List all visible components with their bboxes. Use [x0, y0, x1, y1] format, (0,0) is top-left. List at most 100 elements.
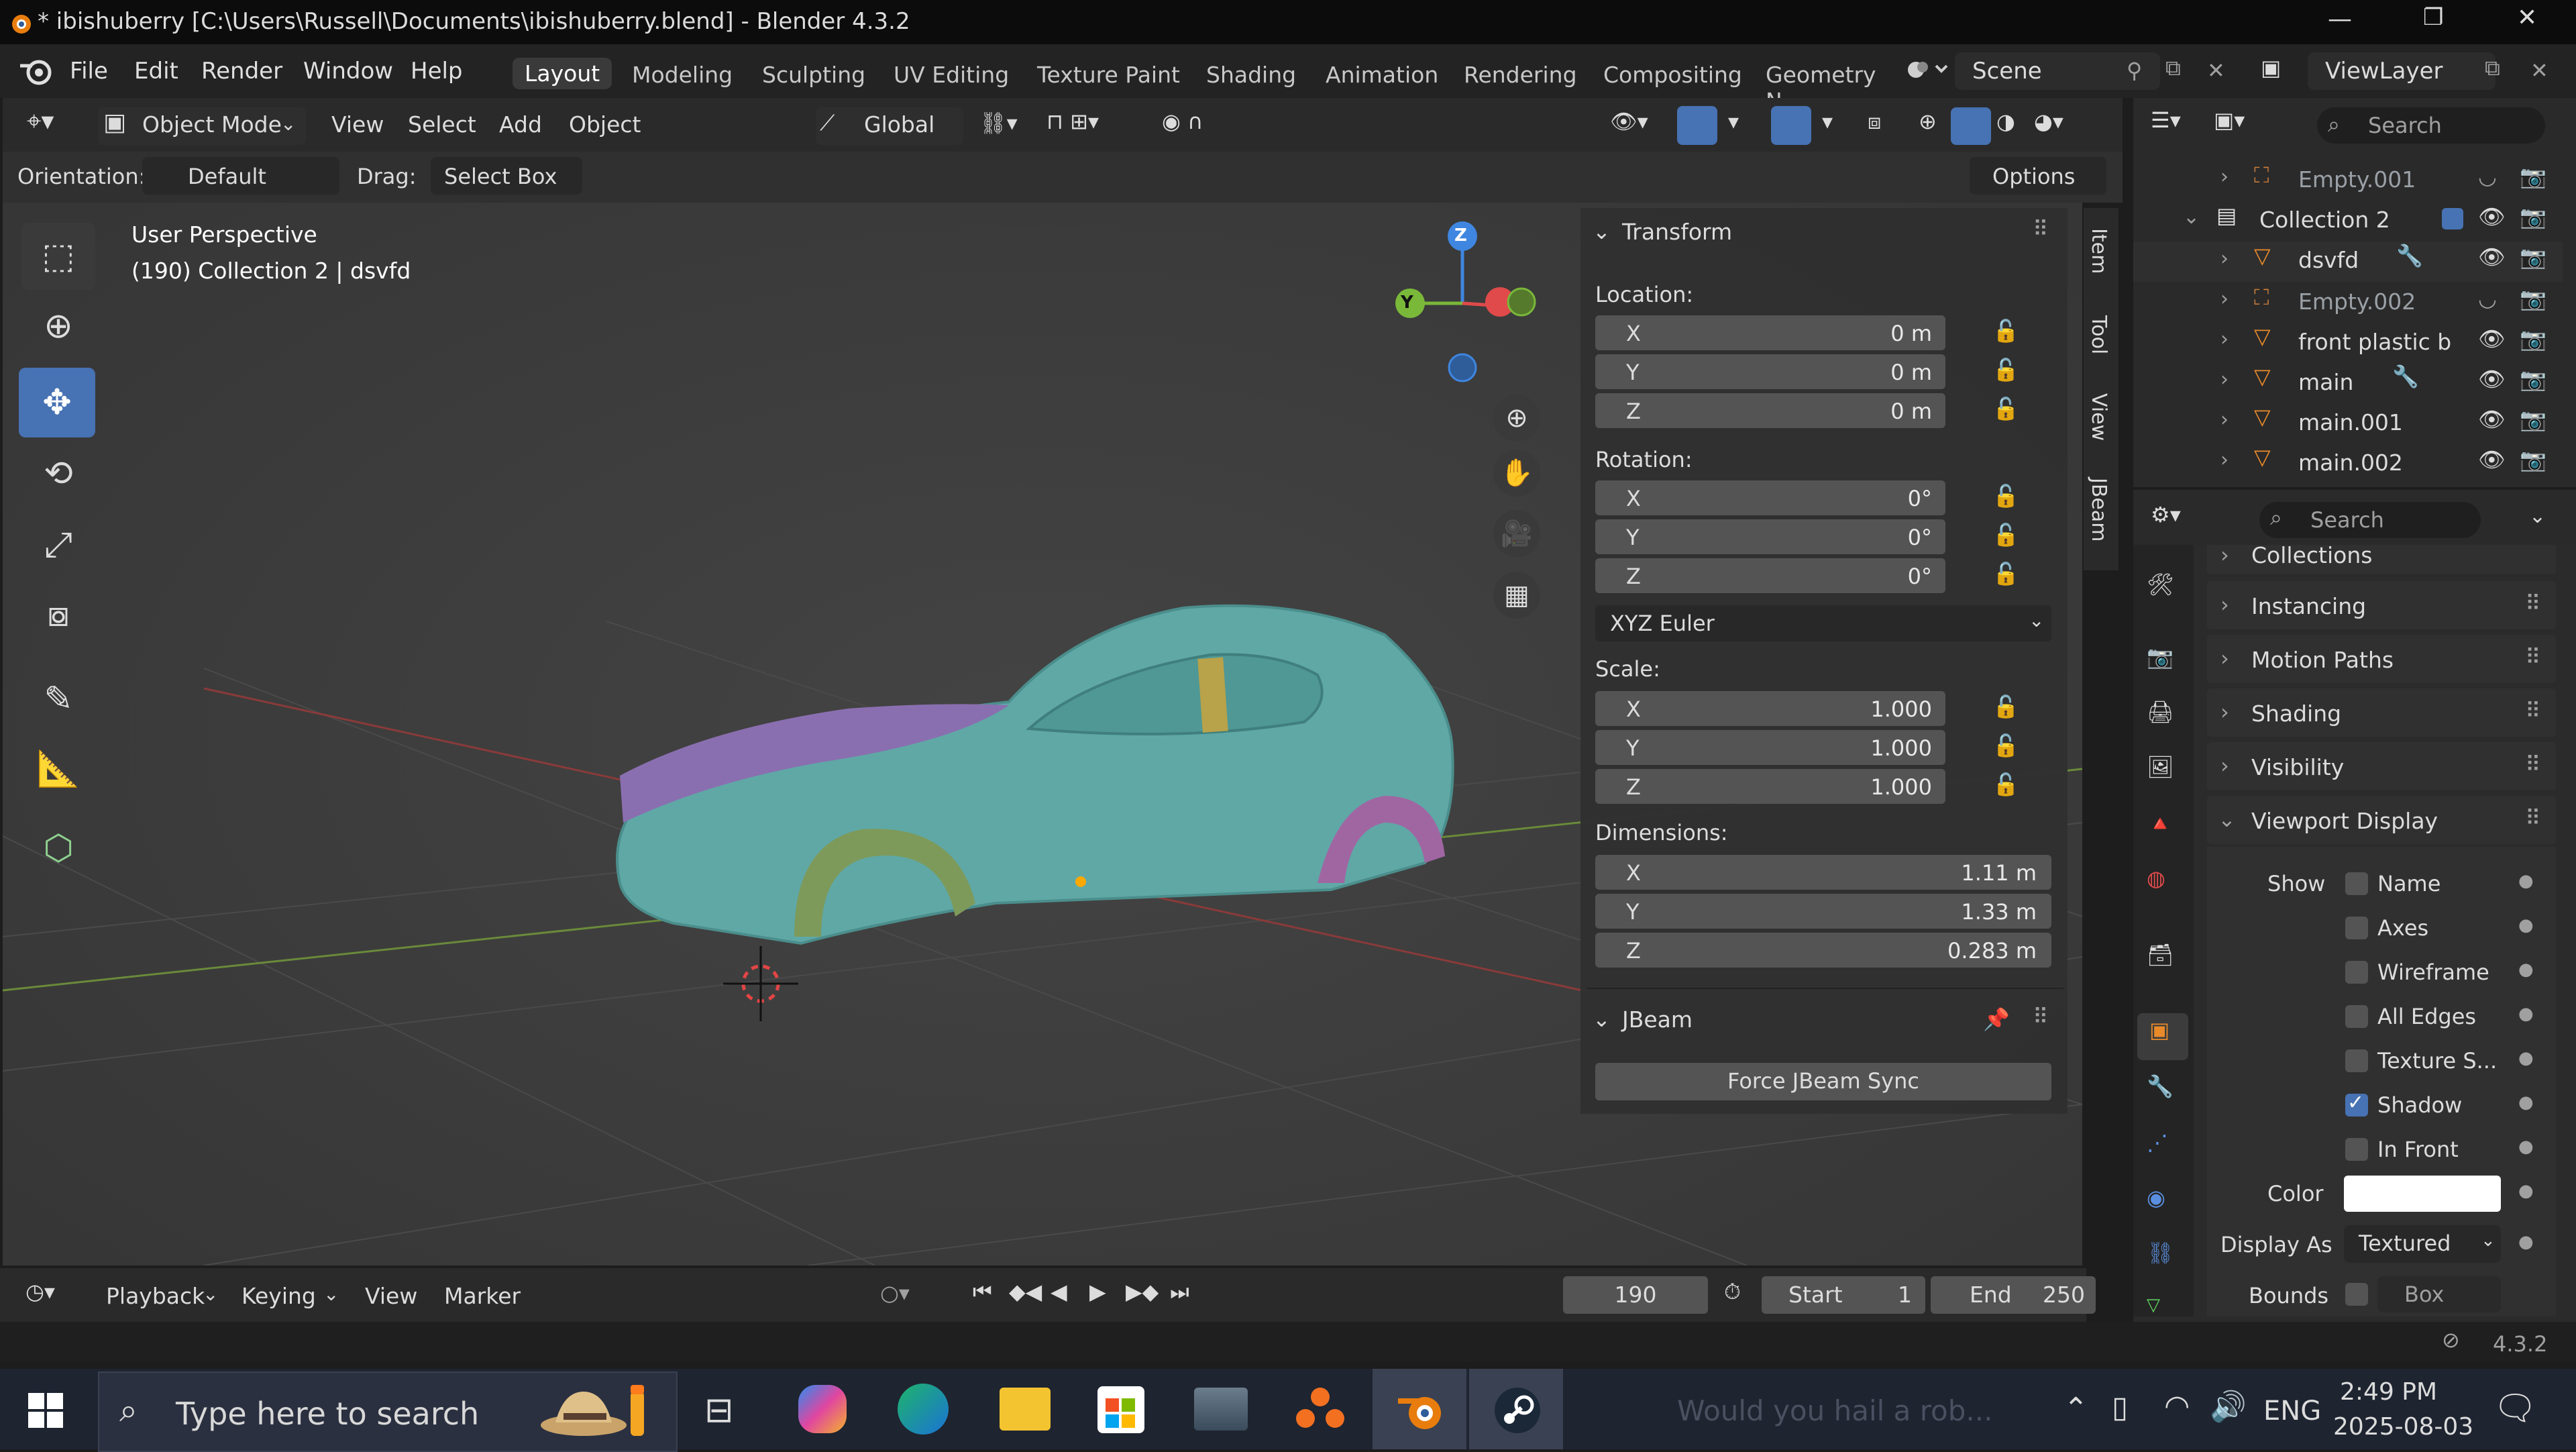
render-icon[interactable]: 📷 — [2520, 286, 2546, 311]
microsoft-store-icon[interactable] — [1097, 1386, 1144, 1433]
tab-animation[interactable]: Animation — [1326, 62, 1438, 88]
outliner-item-front-plastic[interactable]: front plastic b — [2298, 329, 2451, 355]
render-tab-icon[interactable]: 📷 — [2147, 644, 2174, 670]
minimize-icon[interactable]: — — [2328, 5, 2352, 33]
physics-tab-icon[interactable]: ◉ — [2147, 1185, 2165, 1210]
constraints-tab-icon[interactable]: ⛓ — [2147, 1240, 2174, 1265]
blender-menu-icon[interactable] — [17, 56, 55, 87]
select-box-tool-icon[interactable]: ⬚ — [21, 223, 95, 290]
particles-tab-icon[interactable]: ⋰ — [2147, 1130, 2168, 1155]
world-tab-icon[interactable]: ◍ — [2147, 866, 2165, 891]
view-layer-tab-icon[interactable]: 🖼 — [2147, 754, 2174, 780]
camera-view-icon[interactable]: 🎥 — [1493, 510, 1540, 557]
scale-tool-icon[interactable]: ⤢ — [21, 511, 95, 578]
menu-help[interactable]: Help — [411, 58, 463, 85]
wifi-icon[interactable]: ◠ — [2164, 1389, 2190, 1423]
outliner-item-main[interactable]: main — [2298, 369, 2353, 395]
menu-render[interactable]: Render — [201, 58, 282, 85]
expand-arrow-icon[interactable]: ⌄ — [2183, 205, 2200, 229]
hide-viewport-icon[interactable]: ◡ — [2478, 164, 2497, 189]
new-viewlayer-icon[interactable]: ⧉ — [2485, 55, 2500, 81]
outliner-item-dsvfd[interactable]: dsvfd — [2298, 247, 2359, 273]
render-icon[interactable]: 📷 — [2520, 326, 2546, 352]
file-explorer-icon[interactable] — [1000, 1388, 1051, 1431]
cursor-tool-icon[interactable]: ⊕ — [21, 293, 95, 360]
render-icon[interactable]: 📷 — [2520, 204, 2546, 229]
modifier-tab-icon[interactable]: 🔧 — [2147, 1074, 2174, 1099]
rendered-shading-icon[interactable]: ◕▾ — [2034, 109, 2063, 134]
render-icon[interactable]: 📷 — [2520, 366, 2546, 392]
output-tab-icon[interactable]: 🖨 — [2147, 699, 2174, 725]
visibility-icon[interactable]: 👁▾ — [1610, 109, 1648, 134]
checkbox-axes[interactable] — [2345, 917, 2368, 939]
delete-viewlayer-icon[interactable]: ✕ — [2530, 58, 2548, 83]
wrench-icon[interactable]: 🔧 — [2392, 364, 2419, 389]
properties-editor-icon[interactable]: ⚙▾ — [2151, 502, 2181, 527]
lock-icon[interactable]: 🔓 — [1992, 772, 2019, 797]
snap-icon[interactable]: ⊓ ⊞▾ — [1046, 109, 1099, 134]
tab-item[interactable]: Item — [2087, 228, 2110, 274]
xray-icon[interactable]: ⧈ — [1868, 109, 1881, 135]
wireframe-shading-icon[interactable]: ⊕ — [1919, 109, 1937, 134]
chevron-down-icon[interactable]: ⌄ — [2529, 505, 2546, 528]
expand-arrow-icon[interactable]: › — [2220, 165, 2229, 189]
clock-date[interactable]: 2025-08-03 — [2333, 1413, 2473, 1441]
show-hidden-icons-chevron-icon[interactable]: ⌃ — [2063, 1392, 2088, 1426]
lock-icon[interactable]: 🔓 — [1992, 522, 2019, 548]
timeline-menu-view[interactable]: View — [365, 1283, 417, 1309]
drag-handle-icon[interactable]: ⠿ — [2525, 590, 2540, 616]
checkbox-in-front[interactable] — [2345, 1138, 2368, 1161]
copilot-icon[interactable] — [798, 1385, 847, 1433]
expand-arrow-icon[interactable]: › — [2220, 327, 2229, 351]
app-orange-icon[interactable] — [1292, 1381, 1348, 1437]
gizmo-toggle-icon[interactable] — [1677, 106, 1717, 145]
eye-icon[interactable]: 👁 — [2478, 326, 2506, 352]
jbeam-panel-header[interactable]: ⌄ — [1593, 1006, 1611, 1032]
jump-start-icon[interactable]: ⏮ — [973, 1279, 992, 1305]
expand-arrow-icon[interactable]: › — [2220, 408, 2229, 431]
eye-icon[interactable]: 👁 — [2478, 366, 2506, 392]
drag-handle-icon[interactable]: ⠿ — [2033, 1004, 2048, 1029]
photos-app-icon[interactable] — [1194, 1388, 1248, 1431]
timeline-menu-keying[interactable]: Keying — [241, 1283, 316, 1309]
eye-icon[interactable]: 👁 — [2478, 447, 2506, 472]
menu-add[interactable]: Add — [499, 111, 542, 138]
expand-arrow-icon[interactable]: › — [2220, 287, 2229, 311]
annotate-tool-icon[interactable]: ✎ — [21, 666, 95, 733]
task-view-icon[interactable]: ⊟ — [704, 1390, 734, 1431]
volume-icon[interactable]: 🔊 — [2210, 1389, 2247, 1424]
pin-icon[interactable]: 📌 — [1983, 1006, 2010, 1032]
tab-jbeam[interactable]: JBeam — [2087, 478, 2110, 542]
tab-compositing[interactable]: Compositing — [1603, 62, 1742, 88]
notification-center-icon[interactable]: 🗨 — [2493, 1388, 2537, 1429]
auto-keying-icon[interactable]: ○▾ — [880, 1280, 910, 1306]
outliner-item-main-001[interactable]: main.001 — [2298, 409, 2403, 435]
move-tool-icon[interactable]: ✥ — [19, 368, 95, 437]
tab-sculpting[interactable]: Sculpting — [762, 62, 865, 88]
editor-type-icon[interactable]: ⌖▾ — [27, 106, 54, 136]
drag-handle-icon[interactable]: ⠿ — [2525, 698, 2540, 723]
new-scene-icon[interactable]: ⧉ — [2165, 55, 2181, 81]
expand-arrow-icon[interactable]: › — [2220, 247, 2229, 270]
language-indicator[interactable]: ENG — [2263, 1396, 2321, 1427]
keyframe-dot-icon[interactable]: ● — [2518, 1092, 2534, 1112]
tab-tool[interactable]: Tool — [2087, 315, 2110, 354]
restore-icon[interactable]: ❐ — [2423, 4, 2443, 31]
close-icon[interactable]: ✕ — [2517, 4, 2537, 32]
outliner-item-main-002[interactable]: main.002 — [2298, 450, 2403, 476]
material-shading-icon[interactable]: ◑ — [1996, 109, 2015, 134]
device-icon[interactable]: ▯ — [2112, 1390, 2128, 1424]
checkbox-bounds[interactable] — [2345, 1283, 2368, 1306]
overlay-toggle-icon[interactable] — [1771, 106, 1811, 145]
tab-view[interactable]: View — [2087, 393, 2110, 441]
menu-view[interactable]: View — [331, 111, 384, 138]
lock-icon[interactable]: 🔓 — [1992, 733, 2019, 758]
keyframe-dot-icon[interactable]: ● — [2518, 1181, 2534, 1201]
windows-start-icon[interactable] — [27, 1392, 64, 1429]
drag-handle-icon[interactable]: ⠿ — [2525, 751, 2540, 777]
gizmo-dropdown-icon[interactable]: ▾ — [1728, 109, 1739, 134]
data-tab-icon[interactable]: ▽ — [2147, 1295, 2160, 1315]
transform-tool-icon[interactable]: ⧇ — [21, 581, 95, 648]
outliner-editor-icon[interactable]: ☰▾ — [2151, 107, 2181, 133]
drag-handle-icon[interactable]: ⠿ — [2033, 216, 2048, 242]
